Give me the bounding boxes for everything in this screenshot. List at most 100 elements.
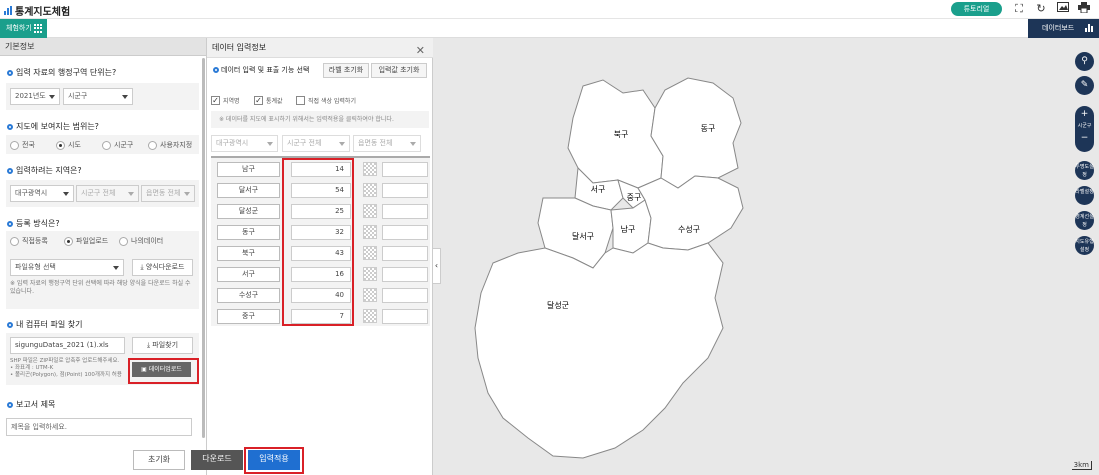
row-value-input[interactable]: 40 <box>291 288 351 303</box>
row-value-input[interactable]: 16 <box>291 267 351 282</box>
print-icon[interactable] <box>1077 2 1091 16</box>
filter-sido-select: 대구광역시 <box>211 135 278 152</box>
row-value-input[interactable]: 32 <box>291 225 351 240</box>
data-input-title: 데이터 입력정보 ✕ <box>207 38 433 58</box>
download-button[interactable]: 다운로드 <box>191 450 243 470</box>
row-name: 서구 <box>217 267 280 282</box>
radio-sigungu[interactable]: 시군구 <box>102 140 133 150</box>
color-picker[interactable] <box>363 204 377 218</box>
download-icon: ⤓ <box>146 341 151 349</box>
file-box: sigunguDatas_2021 (1).xls ⤓ 파일찾기 SHP 파일은… <box>6 333 199 385</box>
opacity-settings-button[interactable]: 투명도설정 <box>1075 161 1094 180</box>
question-file: 내 컴퓨터 파일 찾기 <box>7 319 83 330</box>
row-name: 남구 <box>217 162 280 177</box>
row-extra-input[interactable] <box>382 246 428 261</box>
row-extra-input[interactable] <box>382 183 428 198</box>
row-name: 수성구 <box>217 288 280 303</box>
year-select[interactable]: 2021년도 <box>10 88 60 105</box>
map-area[interactable]: 북구 동구 서구 중구 달서구 남구 수성구 달성군 ⚲ ✎ + 시군구 − 투… <box>433 38 1099 475</box>
row-extra-input[interactable] <box>382 225 428 240</box>
filter-sigungu-select: 시군구 전체 <box>282 135 350 152</box>
file-find-button[interactable]: ⤓ 파일찾기 <box>132 337 193 354</box>
apply-button[interactable]: 입력적용 <box>248 450 300 470</box>
data-input-panel: 데이터 입력정보 ✕ 데이터 입력 및 표출 기능 선택 라벨 초기화 입력값 … <box>207 38 433 475</box>
radio-custom[interactable]: 사용자지정 <box>148 140 192 150</box>
template-note: ※ 입력 자료의 행정구역 단위 선택에 따라 해당 양식을 다운로드 하실 수… <box>10 280 191 295</box>
radio-my-data[interactable]: 나의데이터 <box>119 236 163 246</box>
row-name: 북구 <box>217 246 280 261</box>
checkbox-region-name[interactable]: ✓ 지역명 <box>211 96 240 105</box>
color-picker[interactable] <box>363 183 377 197</box>
label-settings-button[interactable]: 라벨설정 <box>1075 186 1094 205</box>
row-name: 동구 <box>217 225 280 240</box>
fullscreen-icon[interactable]: ⛶ <box>1012 2 1026 16</box>
bar-chart-icon <box>1085 24 1093 32</box>
daegu-map: 북구 동구 서구 중구 달서구 남구 수성구 달성군 <box>474 77 744 459</box>
file-type-select[interactable]: 파일유형 선택 <box>10 259 124 276</box>
row-extra-input[interactable] <box>382 267 428 282</box>
data-grid: 남구 14 달서구 54 달성군 25 동구 32 북구 43 서구 16 수성… <box>211 156 430 326</box>
region-box: 대구광역시 시군구 전체 읍면동 전체 <box>6 180 199 207</box>
row-extra-input[interactable] <box>382 204 428 219</box>
data-upload-button[interactable]: ▣ 데이터업로드 <box>132 362 191 377</box>
question-report-title: 보고서 제목 <box>7 399 55 410</box>
admin-unit-box: 2021년도 시군구 <box>6 83 199 110</box>
color-picker[interactable] <box>363 225 377 239</box>
row-value-input[interactable]: 43 <box>291 246 351 261</box>
top-bar: 통계지도체험 튜토리얼 ⛶ ↻ <box>0 0 1099 19</box>
row-value-input[interactable]: 7 <box>291 309 351 324</box>
shp-note: SHP 파일은 ZIP파일로 압축후 업로드해주세요. • 좌표계 : UTM-… <box>10 358 122 378</box>
region-suseonggu <box>637 175 744 251</box>
close-icon[interactable]: ✕ <box>416 41 425 61</box>
question-admin-unit: 입력 자료의 행정구역 단위는? <box>7 67 116 78</box>
tutorial-button[interactable]: 튜토리얼 <box>951 2 1002 16</box>
pencil-icon[interactable]: ✎ <box>1075 76 1094 95</box>
row-extra-input[interactable] <box>382 162 428 177</box>
dashboard-button[interactable]: 데이터보드 <box>1028 19 1099 38</box>
radio-nationwide[interactable]: 전국 <box>10 140 35 150</box>
map-type-settings-button[interactable]: 지도유형설정 <box>1075 236 1094 255</box>
scrollbar[interactable] <box>202 58 205 438</box>
report-title-input[interactable]: 제목을 입력하세요. <box>6 418 192 436</box>
location-icon[interactable]: ⚲ <box>1075 52 1094 71</box>
reset-button[interactable]: 초기화 <box>133 450 185 470</box>
refresh-icon[interactable]: ↻ <box>1034 2 1048 16</box>
color-picker[interactable] <box>363 288 377 302</box>
chevron-left-icon: ‹ <box>434 261 439 270</box>
color-picker[interactable] <box>363 246 377 260</box>
chart-logo-icon <box>4 6 12 15</box>
collapse-panel-button[interactable]: ‹ <box>433 248 441 284</box>
boundary-settings-button[interactable]: 경계선설정 <box>1075 211 1094 230</box>
checkbox-direct-color[interactable]: 직접 색상 입력하기 <box>296 96 356 105</box>
color-picker[interactable] <box>363 267 377 281</box>
row-value-input[interactable]: 14 <box>291 162 351 177</box>
level-select[interactable]: 시군구 <box>63 88 133 105</box>
label-seogu: 서구 <box>591 185 606 194</box>
label-namgu: 남구 <box>621 225 636 234</box>
app-title: 통계지도체험 <box>4 3 70 18</box>
basic-info-panel: 기본정보 입력 자료의 행정구역 단위는? 2021년도 시군구 지도에 보여지… <box>0 38 207 475</box>
input-reset-button[interactable]: 입력값 초기화 <box>371 63 427 78</box>
zoom-out-button[interactable]: − <box>1075 133 1094 143</box>
image-icon[interactable] <box>1056 2 1070 16</box>
radio-file-upload[interactable]: 파일업로드 <box>64 236 108 246</box>
label-reset-button[interactable]: 라벨 초기화 <box>323 63 369 78</box>
checkbox-stat-value[interactable]: ✓ 통계값 <box>254 96 283 105</box>
radio-sido[interactable]: 시도 <box>56 140 81 150</box>
filter-emd-select: 읍면동 전체 <box>353 135 421 152</box>
radio-direct[interactable]: 직접등록 <box>10 236 48 246</box>
color-picker[interactable] <box>363 162 377 176</box>
row-extra-input[interactable] <box>382 309 428 324</box>
row-extra-input[interactable] <box>382 288 428 303</box>
row-value-input[interactable]: 25 <box>291 204 351 219</box>
sub-bar: 체험하기 데이터보드 <box>0 19 1099 38</box>
template-download-button[interactable]: ⤓ 양식다운로드 <box>132 259 193 276</box>
label-suseonggu: 수성구 <box>678 225 700 234</box>
region-emd-select: 읍면동 전체 <box>141 185 195 202</box>
zoom-in-button[interactable]: + <box>1075 109 1094 119</box>
region-sido-select[interactable]: 대구광역시 <box>10 185 74 202</box>
experience-menu-button[interactable]: 체험하기 <box>0 19 47 38</box>
zoom-control: + 시군구 − <box>1075 106 1094 152</box>
row-value-input[interactable]: 54 <box>291 183 351 198</box>
color-picker[interactable] <box>363 309 377 323</box>
